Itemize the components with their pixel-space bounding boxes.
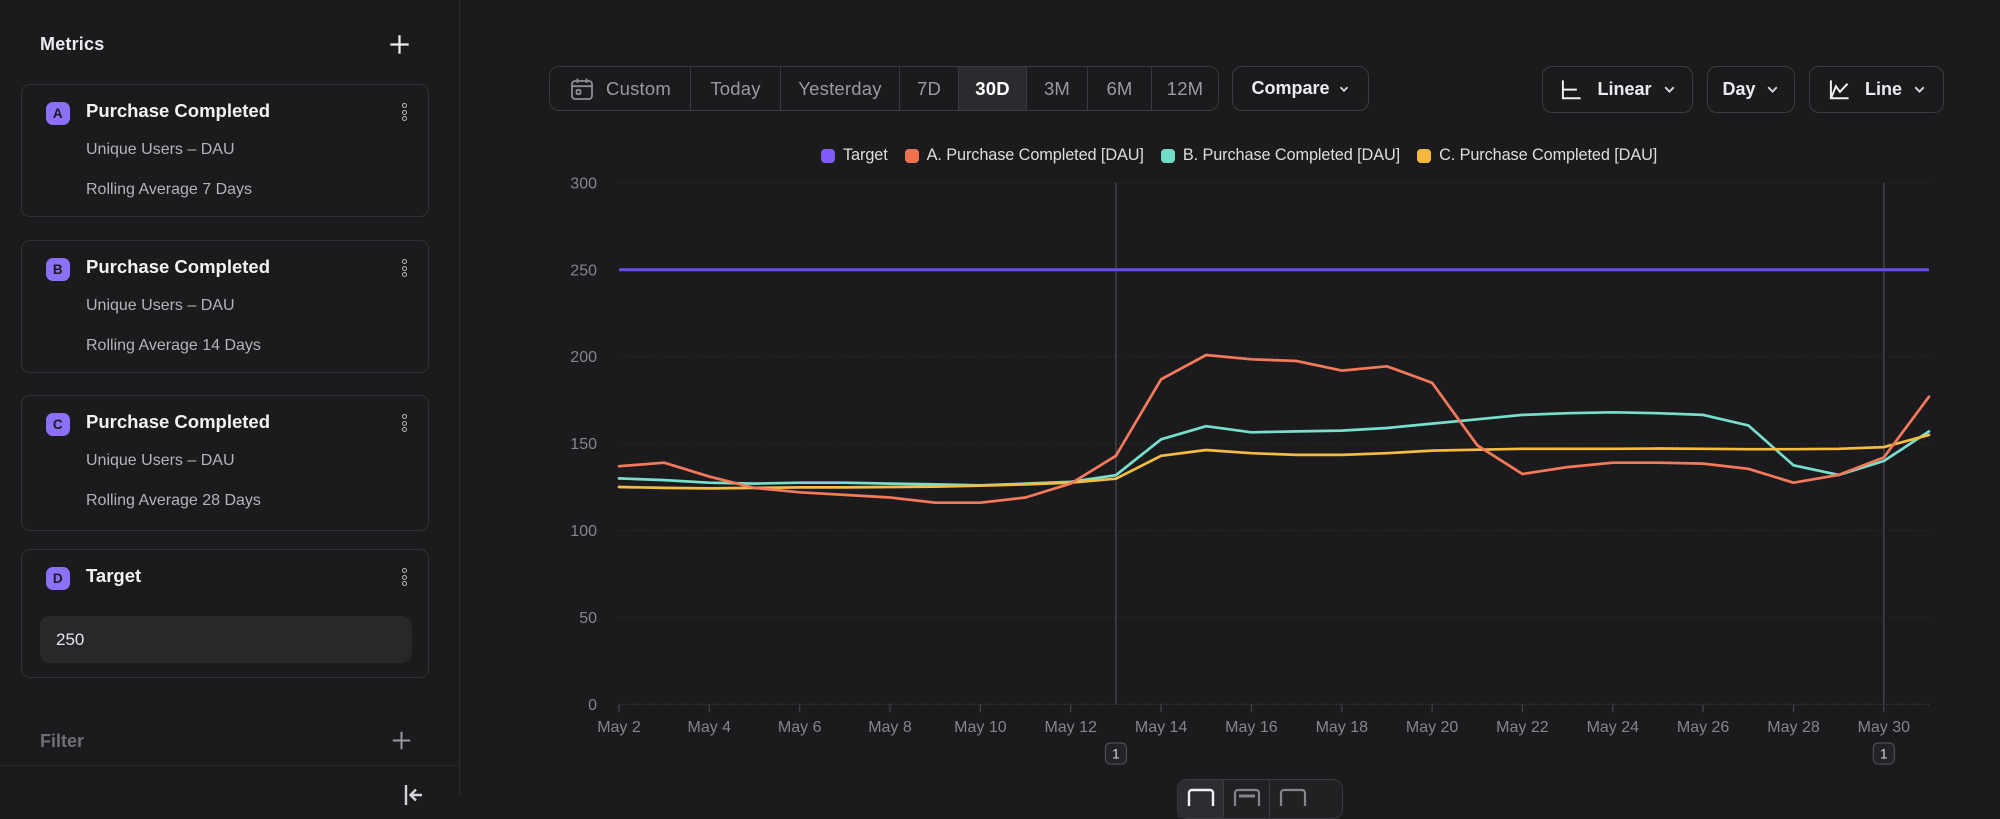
svg-text:May 6: May 6 — [778, 719, 822, 736]
svg-text:May 26: May 26 — [1677, 719, 1730, 736]
svg-text:May 18: May 18 — [1316, 719, 1369, 736]
svg-text:50: 50 — [579, 610, 597, 627]
svg-text:May 12: May 12 — [1044, 719, 1097, 736]
svg-text:200: 200 — [570, 349, 597, 366]
svg-text:1: 1 — [1112, 747, 1120, 762]
svg-text:May 10: May 10 — [954, 719, 1007, 736]
svg-text:May 28: May 28 — [1767, 719, 1820, 736]
svg-text:May 4: May 4 — [688, 719, 732, 736]
svg-text:300: 300 — [570, 175, 597, 192]
svg-text:100: 100 — [570, 523, 597, 540]
svg-text:150: 150 — [570, 436, 597, 453]
svg-text:1: 1 — [1880, 747, 1888, 762]
svg-text:May 8: May 8 — [868, 719, 912, 736]
svg-text:May 24: May 24 — [1587, 719, 1640, 736]
svg-text:250: 250 — [570, 262, 597, 279]
svg-text:0: 0 — [588, 697, 597, 714]
svg-text:May 16: May 16 — [1225, 719, 1278, 736]
svg-text:May 30: May 30 — [1858, 719, 1911, 736]
svg-text:May 2: May 2 — [597, 719, 641, 736]
svg-text:May 14: May 14 — [1135, 719, 1188, 736]
svg-text:May 20: May 20 — [1406, 719, 1459, 736]
svg-text:May 22: May 22 — [1496, 719, 1549, 736]
